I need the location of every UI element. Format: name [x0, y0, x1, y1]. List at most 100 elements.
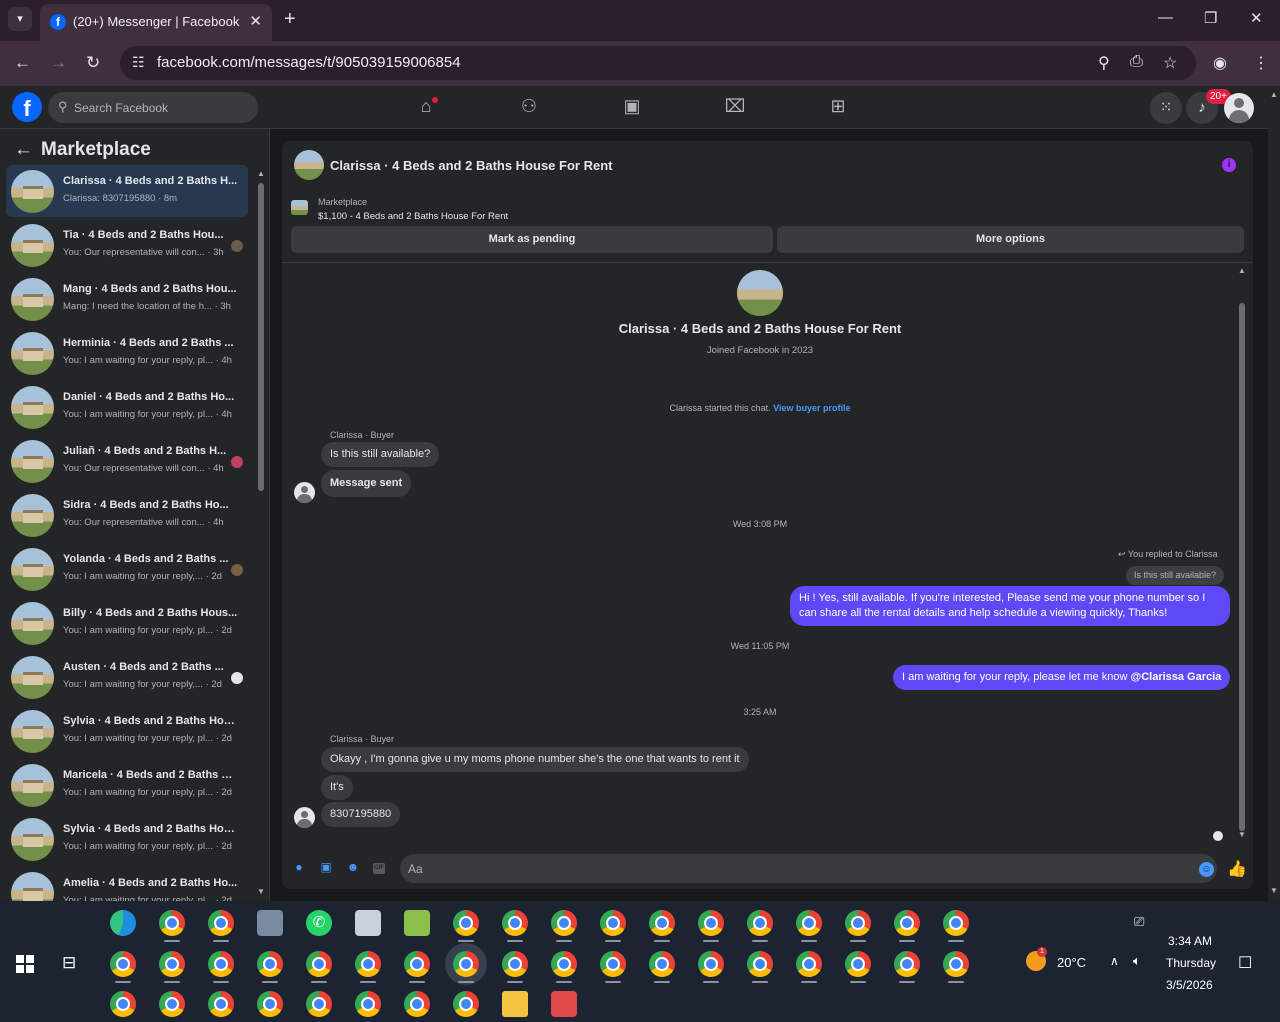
- forward-button[interactable]: →: [50, 53, 67, 73]
- thumbs-up-icon[interactable]: 👍: [1227, 859, 1247, 879]
- scroll-down-arrow[interactable]: ▼: [1238, 830, 1246, 839]
- chrome-app-icon[interactable]: [404, 991, 430, 1017]
- scrollbar-thumb[interactable]: [258, 183, 264, 491]
- my-message-bubble[interactable]: Hi ! Yes, still available. If you're int…: [790, 586, 1230, 626]
- chrome-app-icon[interactable]: [306, 951, 332, 977]
- chrome-app-icon[interactable]: [943, 910, 969, 936]
- chrome-app-icon[interactable]: [208, 951, 234, 977]
- chrome-app-icon[interactable]: [796, 910, 822, 936]
- chrome-app-icon[interactable]: [600, 951, 626, 977]
- bookmark-star-icon[interactable]: ☆: [1163, 53, 1177, 73]
- conversation-item[interactable]: Herminia · 4 Beds and 2 Baths ... You: I …: [6, 327, 248, 379]
- conversation-item[interactable]: Billy · 4 Beds and 2 Baths Hous... You: I…: [6, 597, 248, 649]
- page-scrollbar[interactable]: ▲ ▼: [1268, 86, 1280, 901]
- chrome-app-icon[interactable]: [747, 910, 773, 936]
- browser-menu-icon[interactable]: ⋮: [1253, 53, 1269, 73]
- profile-icon[interactable]: ◉: [1213, 53, 1227, 73]
- message-input-box[interactable]: [400, 854, 1217, 883]
- chrome-app-icon[interactable]: [453, 991, 479, 1017]
- chrome-app-icon[interactable]: [159, 910, 185, 936]
- my-message-bubble[interactable]: I am waiting for your reply, please let …: [893, 665, 1231, 690]
- chat-title[interactable]: Clarissa · 4 Beds and 2 Baths House For …: [330, 158, 612, 173]
- chrome-app-icon[interactable]: [551, 910, 577, 936]
- reload-button[interactable]: ↻: [86, 53, 100, 73]
- chrome-app-icon[interactable]: [894, 951, 920, 977]
- temperature[interactable]: 20°C: [1057, 955, 1086, 970]
- chrome-app-icon[interactable]: [159, 991, 185, 1017]
- address-bar[interactable]: ☷ facebook.com/messages/t/90503915900685…: [120, 46, 1196, 80]
- chrome-app-icon[interactable]: [894, 910, 920, 936]
- profile-avatar[interactable]: [737, 270, 783, 316]
- conversation-item[interactable]: Tia · 4 Beds and 2 Baths Hou... You: Our …: [6, 219, 248, 271]
- conversation-item[interactable]: Mang · 4 Beds and 2 Baths Hou... Mang: I …: [6, 273, 248, 325]
- back-button[interactable]: ←: [14, 53, 31, 73]
- search-input[interactable]: [74, 92, 254, 123]
- volume-icon[interactable]: 🔈︎: [1133, 953, 1141, 969]
- chrome-app-icon[interactable]: [796, 951, 822, 977]
- conversation-item[interactable]: Maricela · 4 Beds and 2 Baths H... You: I…: [6, 759, 248, 811]
- whatsapp-app-icon[interactable]: ✆: [306, 910, 332, 936]
- chrome-app-icon[interactable]: [208, 991, 234, 1017]
- sticker-icon[interactable]: ☻: [345, 860, 361, 876]
- site-info-icon[interactable]: ☷: [132, 54, 145, 71]
- app-icon[interactable]: [404, 910, 430, 936]
- minimize-button[interactable]: —: [1158, 9, 1173, 26]
- chrome-app-icon[interactable]: [355, 991, 381, 1017]
- chrome-app-icon[interactable]: [600, 910, 626, 936]
- conversation-item[interactable]: Austen · 4 Beds and 2 Baths ... You: I am…: [6, 651, 248, 703]
- contact-small-avatar[interactable]: [294, 482, 315, 503]
- windows-start-icon[interactable]: [16, 955, 34, 973]
- message-bubble[interactable]: Message sent: [321, 470, 412, 497]
- chrome-app-icon[interactable]: [159, 951, 185, 977]
- gif-icon[interactable]: GIF: [373, 863, 385, 874]
- contact-small-avatar[interactable]: [294, 807, 315, 828]
- message-bubble[interactable]: Okayy , I'm gonna give u my moms phone n…: [321, 747, 749, 772]
- facebook-search[interactable]: ⚲: [48, 92, 258, 123]
- chrome-app-icon[interactable]: [453, 910, 479, 936]
- chrome-app-icon[interactable]: [404, 951, 430, 977]
- chrome-app-icon[interactable]: [845, 910, 871, 936]
- chrome-app-icon[interactable]: [943, 951, 969, 977]
- chrome-app-icon[interactable]: [306, 991, 332, 1017]
- conversation-item[interactable]: Clarissa · 4 Beds and 2 Baths H... Claris…: [6, 165, 248, 217]
- scroll-up-arrow[interactable]: ▲: [1238, 266, 1246, 275]
- more-options-button[interactable]: More options: [777, 226, 1244, 253]
- chrome-app-icon[interactable]: [453, 951, 479, 977]
- conversation-item[interactable]: Amelia · 4 Beds and 2 Baths Ho... You: I …: [6, 867, 248, 901]
- notifications-icon[interactable]: ☐: [1238, 953, 1252, 973]
- image-icon[interactable]: ▣: [318, 860, 334, 876]
- tab-search-button[interactable]: ▾: [8, 7, 32, 31]
- conversation-item[interactable]: Yolanda · 4 Beds and 2 Baths ... You: I a…: [6, 543, 248, 595]
- clock-time[interactable]: 3:34 AM: [1168, 934, 1212, 948]
- conversation-item[interactable]: Sylvia · 4 Beds and 2 Baths Hou... You: I…: [6, 813, 248, 865]
- listing-thumbnail[interactable]: [291, 200, 308, 215]
- back-arrow-icon[interactable]: ←: [14, 139, 33, 160]
- chrome-app-icon[interactable]: [649, 951, 675, 977]
- scroll-down-arrow[interactable]: ▼: [257, 887, 265, 896]
- gaming-icon[interactable]: ⊞: [826, 96, 850, 117]
- chrome-app-icon[interactable]: [698, 910, 724, 936]
- conversation-item[interactable]: Daniel · 4 Beds and 2 Baths Ho... You: I …: [6, 381, 248, 433]
- chrome-app-icon[interactable]: [208, 910, 234, 936]
- facebook-logo[interactable]: f: [12, 92, 42, 122]
- chrome-app-icon[interactable]: [257, 951, 283, 977]
- new-tab-button[interactable]: +: [284, 8, 296, 31]
- video-icon[interactable]: ▣: [620, 96, 644, 117]
- emoji-icon[interactable]: ☺: [1199, 862, 1214, 877]
- mark-pending-button[interactable]: Mark as pending: [291, 226, 773, 253]
- listing-title[interactable]: $1,100 - 4 Beds and 2 Baths House For Re…: [318, 211, 508, 222]
- view-buyer-profile-link[interactable]: View buyer profile: [773, 403, 850, 413]
- mention-link[interactable]: @Clarissa Garcia: [1130, 671, 1221, 683]
- sidebar-scrollbar[interactable]: ▲ ▼: [256, 167, 266, 901]
- chrome-app-icon[interactable]: [502, 910, 528, 936]
- app-icon[interactable]: [551, 991, 577, 1017]
- conversation-item[interactable]: Sylvia · 4 Beds and 2 Baths Hou... You: I…: [6, 705, 248, 757]
- file-explorer-icon[interactable]: [502, 991, 528, 1017]
- show-hidden-icons-icon[interactable]: ∧: [1110, 954, 1119, 968]
- task-view-icon[interactable]: ⊟: [62, 953, 76, 973]
- app-icon[interactable]: [355, 910, 381, 936]
- chat-scrollbar[interactable]: ▲ ▼: [1236, 263, 1248, 845]
- browser-tab[interactable]: f (20+) Messenger | Facebook ✕: [40, 4, 272, 41]
- account-avatar[interactable]: [1224, 93, 1254, 123]
- chrome-app-icon[interactable]: [355, 951, 381, 977]
